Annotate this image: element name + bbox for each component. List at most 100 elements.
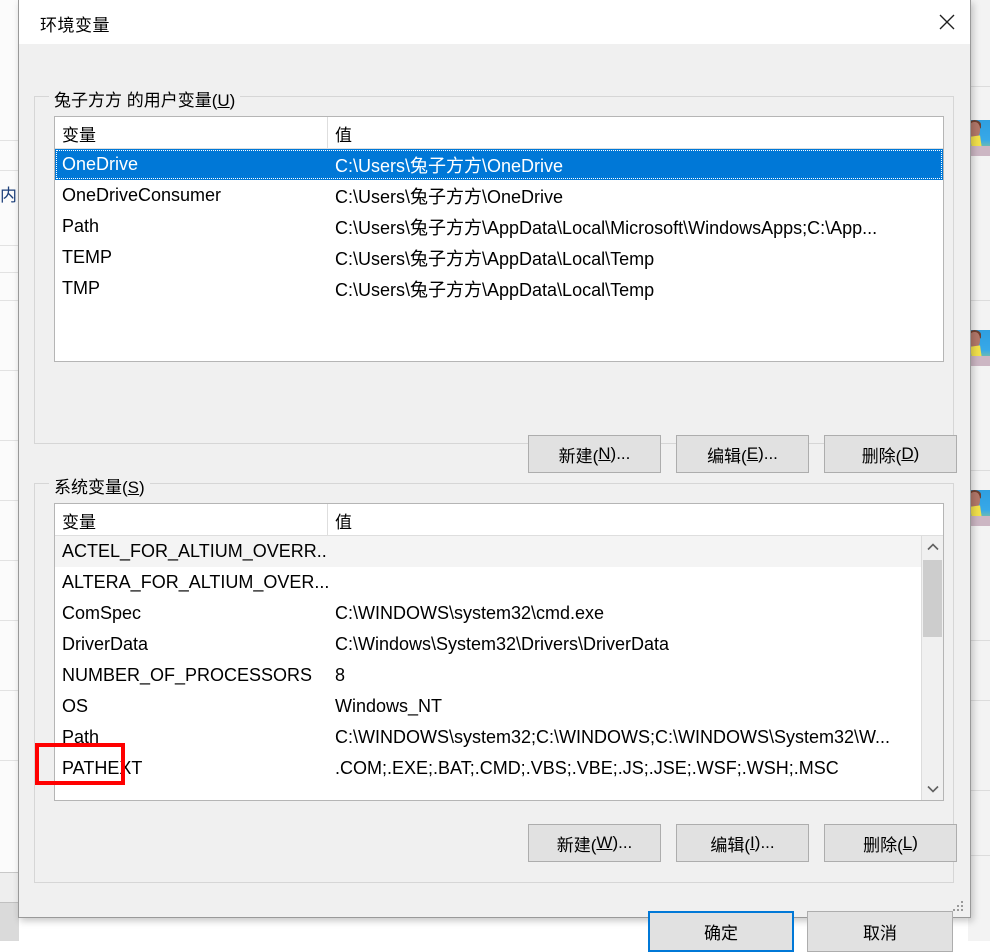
system-delete-label-prefix: 删除( (863, 831, 903, 856)
user-variables-label-prefix: 兔子方方 的用户变量( (54, 91, 217, 110)
background-left-divider (0, 690, 19, 691)
dialog-titlebar: 环境变量 (19, 0, 970, 45)
background-left-divider (0, 140, 19, 141)
table-row[interactable]: OneDrive C:\Users\兔子方方\OneDrive (55, 149, 943, 180)
variable-name: OneDrive (55, 154, 328, 175)
table-row[interactable]: OS Windows_NT (55, 691, 943, 722)
variable-value: Windows_NT (328, 696, 943, 717)
user-edit-label-suffix: )... (758, 444, 778, 464)
variable-name: TEMP (55, 247, 328, 268)
table-row[interactable]: OneDriveConsumer C:\Users\兔子方方\OneDrive (55, 180, 943, 211)
background-right-divider (968, 700, 990, 701)
column-header-value[interactable]: 值 (328, 504, 943, 535)
variable-name: Path (55, 727, 328, 748)
variable-name: PATHEXT (55, 758, 328, 779)
user-new-label-accel: N (598, 444, 610, 464)
system-new-button[interactable]: 新建(W)... (528, 824, 661, 862)
system-delete-button[interactable]: 删除(L) (824, 824, 957, 862)
system-variables-list[interactable]: 变量 值 ACTEL_FOR_ALTIUM_OVERR... ALTERA_FO… (54, 503, 944, 801)
variable-name: OS (55, 696, 328, 717)
user-variables-label: 兔子方方 的用户变量(U) (49, 86, 240, 111)
variable-value: C:\Users\兔子方方\AppData\Local\Microsoft\Wi… (328, 214, 943, 240)
table-row[interactable]: PATHEXT .COM;.EXE;.BAT;.CMD;.VBS;.VBE;.J… (55, 753, 943, 784)
variable-value: C:\Users\兔子方方\OneDrive (328, 152, 943, 178)
background-right-divider (968, 855, 990, 856)
variable-name: OneDriveConsumer (55, 185, 328, 206)
table-row[interactable]: TEMP C:\Users\兔子方方\AppData\Local\Temp (55, 242, 943, 273)
chevron-up-icon (927, 543, 939, 551)
variable-value: C:\WINDOWS\system32;C:\WINDOWS;C:\WINDOW… (328, 727, 943, 748)
user-delete-label-suffix: ) (914, 444, 920, 464)
variable-name: Path (55, 216, 328, 237)
column-header-variable[interactable]: 变量 (55, 504, 328, 535)
background-thumbnail (968, 120, 990, 156)
user-delete-button[interactable]: 删除(D) (824, 435, 957, 473)
resize-grip[interactable] (953, 901, 965, 913)
table-row[interactable]: TMP C:\Users\兔子方方\AppData\Local\Temp (55, 273, 943, 304)
table-row[interactable]: DriverData C:\Windows\System32\Drivers\D… (55, 629, 943, 660)
user-variables-label-suffix: ) (230, 91, 236, 110)
background-left-divider (0, 620, 19, 621)
variable-value: C:\Windows\System32\Drivers\DriverData (328, 634, 943, 655)
background-right-divider (968, 470, 990, 471)
table-row[interactable]: NUMBER_OF_PROCESSORS 8 (55, 660, 943, 691)
variable-name: ALTERA_FOR_ALTIUM_OVER... (55, 572, 328, 593)
variable-value: C:\WINDOWS\system32\cmd.exe (328, 603, 943, 624)
user-edit-label-prefix: 编辑( (707, 442, 747, 467)
user-edit-label-accel: E (747, 444, 758, 464)
user-new-label-prefix: 新建( (559, 442, 599, 467)
variable-value: 8 (328, 665, 943, 686)
user-edit-button[interactable]: 编辑(E)... (676, 435, 809, 473)
scroll-up-button[interactable] (922, 536, 943, 558)
background-left-divider (0, 560, 19, 561)
column-header-variable[interactable]: 变量 (55, 117, 328, 148)
background-left-divider (0, 370, 19, 371)
table-row[interactable]: ALTERA_FOR_ALTIUM_OVER... (55, 567, 943, 598)
background-left-divider (0, 170, 19, 171)
system-variables-label-suffix: ) (139, 478, 145, 497)
user-variables-label-accel: U (217, 91, 229, 110)
scroll-down-button[interactable] (922, 778, 943, 800)
system-new-label-prefix: 新建( (557, 831, 597, 856)
user-new-label-suffix: )... (611, 444, 631, 464)
system-new-label-accel: W (596, 833, 612, 853)
system-variables-label-prefix: 系统变量( (54, 478, 128, 497)
background-thumbnail (968, 330, 990, 366)
variable-name: ACTEL_FOR_ALTIUM_OVERR... (55, 541, 328, 562)
system-variables-scrollbar[interactable] (921, 536, 943, 800)
background-left-divider (0, 760, 19, 761)
variable-name: ComSpec (55, 603, 328, 624)
table-row[interactable]: ComSpec C:\WINDOWS\system32\cmd.exe (55, 598, 943, 629)
column-header-value[interactable]: 值 (328, 117, 943, 148)
variable-name: DriverData (55, 634, 328, 655)
table-row[interactable]: Path C:\Users\兔子方方\AppData\Local\Microso… (55, 211, 943, 242)
system-edit-label-prefix: 编辑( (710, 831, 750, 856)
system-variables-label: 系统变量(S) (49, 473, 150, 498)
background-thumbnail (968, 490, 990, 526)
user-variables-header: 变量 值 (55, 117, 943, 149)
system-edit-button[interactable]: 编辑(I)... (676, 824, 809, 862)
ok-button[interactable]: 确定 (648, 911, 794, 952)
background-right-divider (968, 640, 990, 641)
background-left-divider (0, 500, 19, 501)
background-left-taskbar (0, 902, 19, 941)
close-button[interactable] (924, 0, 970, 43)
background-right-divider (968, 300, 990, 301)
scrollbar-thumb[interactable] (923, 560, 942, 637)
system-delete-label-accel: L (903, 833, 912, 853)
background-left-divider (0, 272, 19, 273)
variable-value: C:\Users\兔子方方\OneDrive (328, 183, 943, 209)
background-left-statusbar (0, 872, 19, 902)
chevron-down-icon (927, 785, 939, 793)
background-left-window (0, 0, 19, 941)
background-left-divider (0, 300, 19, 301)
system-edit-label-suffix: )... (755, 833, 775, 853)
dialog-title: 环境变量 (40, 11, 110, 36)
user-new-button[interactable]: 新建(N)... (528, 435, 661, 473)
background-right-divider (968, 86, 990, 87)
user-variables-list[interactable]: 变量 值 OneDrive C:\Users\兔子方方\OneDrive One… (54, 116, 944, 362)
cancel-button[interactable]: 取消 (807, 911, 953, 952)
dialog-body: 兔子方方 的用户变量(U) 变量 值 OneDrive C:\Users\兔子方… (19, 45, 970, 918)
table-row[interactable]: ACTEL_FOR_ALTIUM_OVERR... (55, 536, 943, 567)
table-row[interactable]: Path C:\WINDOWS\system32;C:\WINDOWS;C:\W… (55, 722, 943, 753)
